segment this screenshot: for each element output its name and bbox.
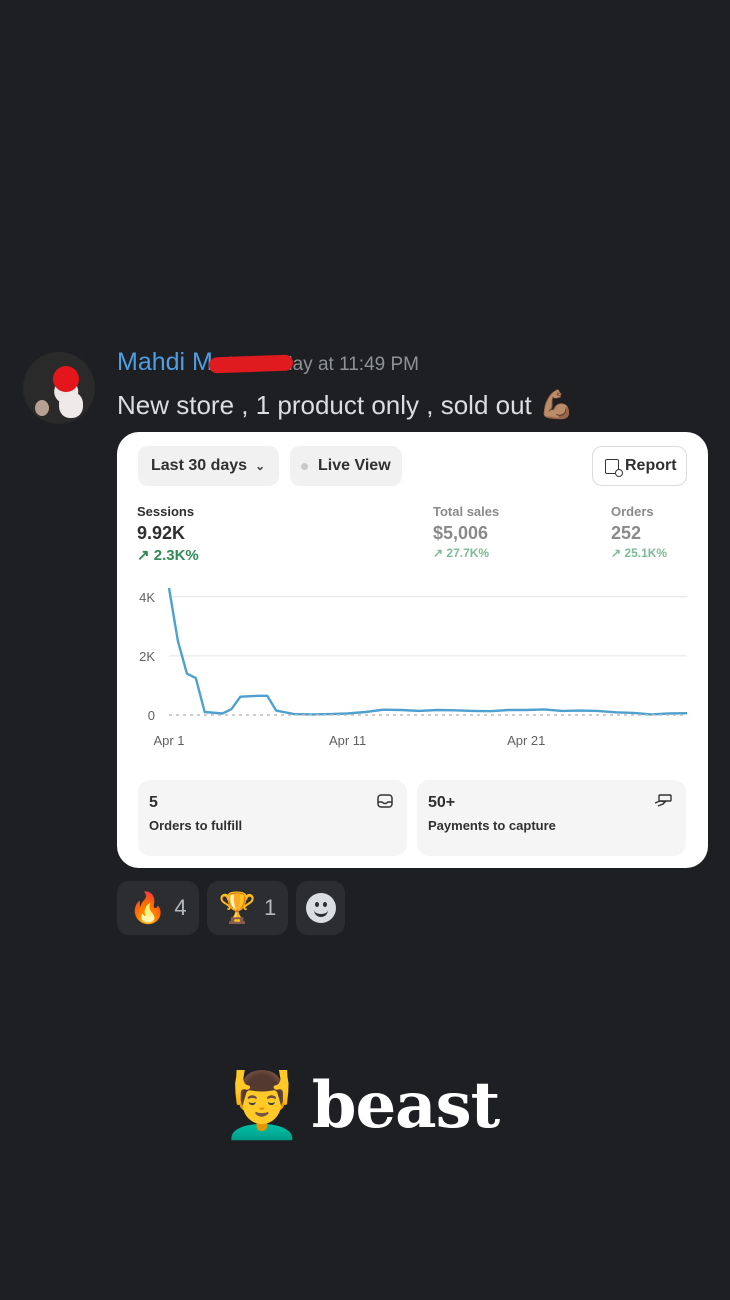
metric-sessions[interactable]: Sessions 9.92K ↗ 2.3K% (137, 504, 199, 564)
massage-emoji: 💆‍♂️ (222, 1069, 302, 1141)
flexed-biceps-emoji: 💪🏽 (539, 389, 574, 420)
report-search-icon (605, 458, 623, 477)
metric-orders[interactable]: Orders 252 ↗ 25.1K% (611, 504, 667, 560)
metric-change: ↗ 2.3K% (137, 547, 199, 564)
metric-total-sales[interactable]: Total sales $5,006 ↗ 27.7K% (433, 504, 499, 560)
tile-value: 50+ (428, 794, 456, 811)
orders-to-fulfill-tile[interactable]: 5 Orders to fulfill (138, 780, 407, 856)
avatar[interactable] (23, 352, 95, 424)
inbox-icon (377, 794, 393, 808)
chevron-down-icon: ⌄ (255, 459, 266, 473)
smiley-icon (305, 893, 336, 923)
x-tick-label: Apr 21 (507, 733, 545, 748)
metric-value: 252 (611, 523, 642, 543)
sticker-text: beast (311, 1068, 501, 1143)
hand-payment-icon (654, 794, 672, 807)
date-range-label: Last 30 days (151, 457, 248, 474)
reaction-count: 1 (263, 895, 277, 920)
y-tick-label: 2K (139, 649, 155, 664)
status-dot-icon (301, 462, 308, 470)
tile-label: Orders to fulfill (149, 818, 243, 833)
reaction-fire[interactable]: 🔥 4 (117, 881, 199, 935)
message-header: Mahdi M Yesterday at 11:49 PM (117, 348, 419, 384)
message-text: New store , 1 product only , sold out 💪🏽 (117, 388, 574, 421)
redaction-mark (208, 354, 294, 374)
reactions-bar: 🔥 4 🏆 1 (117, 881, 353, 935)
fire-emoji: 🔥 (129, 891, 167, 925)
tile-label: Payments to capture (428, 818, 556, 833)
story-sticker: 💆‍♂️ beast (222, 1068, 501, 1143)
sessions-series-line (167, 587, 688, 716)
trophy-emoji: 🏆 (218, 891, 256, 925)
x-tick-label: Apr 1 (153, 733, 184, 748)
metric-change: ↗ 25.1K% (611, 546, 668, 560)
report-button[interactable]: Report (592, 446, 687, 486)
date-range-button[interactable]: Last 30 days ⌄ (138, 446, 279, 486)
metric-value: $5,006 (433, 523, 489, 543)
y-tick-label: 4K (139, 590, 155, 605)
live-view-label: Live View (318, 457, 391, 474)
metric-label: Total sales (433, 504, 500, 519)
username[interactable]: Mahdi M (117, 348, 294, 377)
reaction-trophy[interactable]: 🏆 1 (206, 881, 289, 935)
payments-to-capture-tile[interactable]: 50+ Payments to capture (417, 780, 686, 856)
tile-value: 5 (149, 794, 158, 811)
analytics-screenshot-card[interactable]: Last 30 days ⌄ Live View Report Sessions… (117, 432, 708, 868)
reaction-count: 4 (174, 895, 187, 920)
metric-label: Orders (611, 504, 654, 519)
y-tick-label: 0 (148, 708, 155, 723)
metric-label: Sessions (137, 504, 195, 519)
metric-value: 9.92K (137, 523, 186, 543)
x-tick-label: Apr 11 (329, 733, 366, 748)
live-view-button[interactable]: Live View (290, 446, 402, 486)
redaction-mark (53, 366, 79, 392)
add-reaction-button[interactable] (296, 881, 346, 935)
sessions-line-chart: 4K 2K 0 Apr 1 Apr 11 Apr 21 (139, 587, 688, 748)
message-body: New store , 1 product only , sold out (117, 390, 532, 420)
report-label: Report (625, 457, 677, 474)
metric-change: ↗ 27.7K% (433, 546, 490, 560)
